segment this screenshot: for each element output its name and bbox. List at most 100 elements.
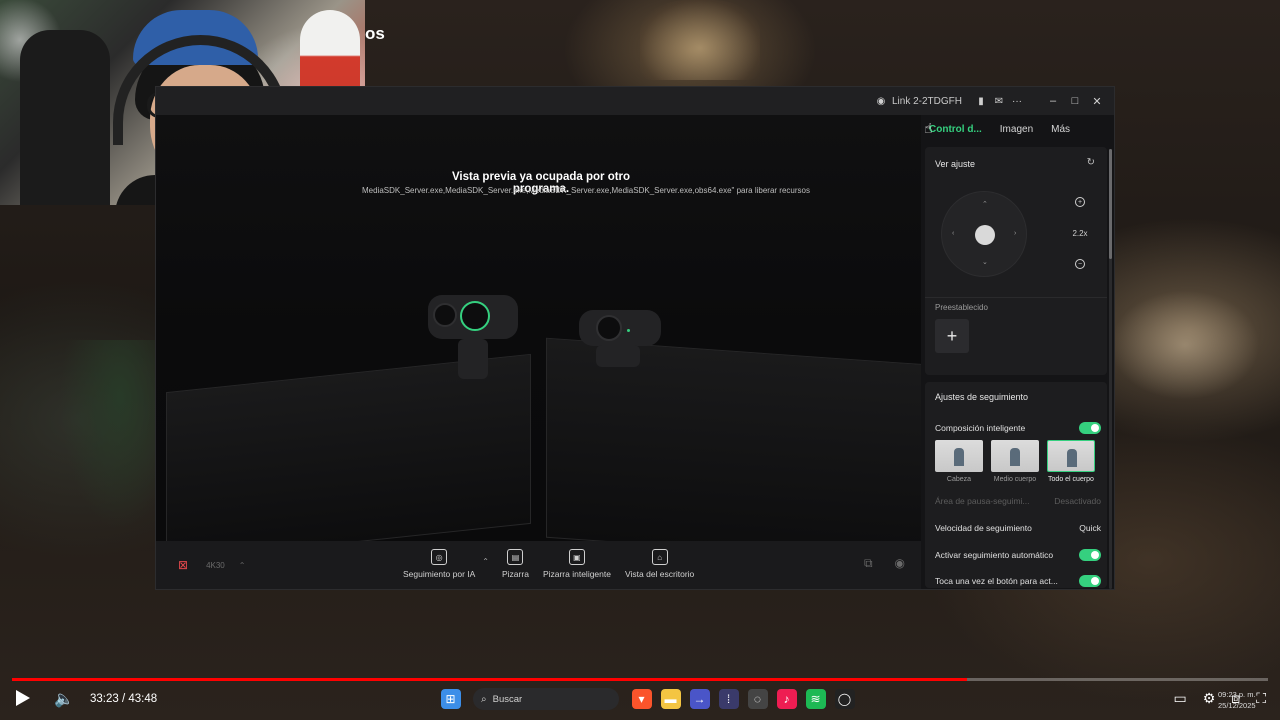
resolution-caret-icon[interactable]: ⌃ — [239, 561, 246, 570]
framing-label: Medio cuerpo — [993, 476, 1037, 483]
search-icon: ⌕ — [481, 693, 487, 705]
webcam-left-ring — [460, 301, 490, 331]
smart-whiteboard-icon: ▣ — [568, 549, 585, 565]
volume-icon[interactable]: 🔈 — [54, 689, 74, 709]
framing-options: Cabeza Medio cuerpo Todo el cuerpo — [935, 440, 1103, 483]
framing-head[interactable]: Cabeza — [935, 440, 983, 483]
smart-composition-label: Composición inteligente — [935, 423, 1026, 433]
framing-head-image — [935, 440, 983, 472]
ai-tracking-icon: ◎ — [431, 549, 448, 565]
framing-label: Todo el cuerpo — [1048, 476, 1094, 483]
auto-tracking-row: Activar seguimiento automático — [935, 549, 1101, 561]
framing-full-body-image — [1047, 440, 1095, 472]
tap-button-toggle[interactable] — [1079, 575, 1101, 587]
framing-label: Cabeza — [946, 476, 972, 483]
webcam-right-led — [627, 329, 630, 332]
whiteboard-icon: ▤ — [507, 549, 524, 565]
zoom-out-icon[interactable]: − — [1075, 259, 1085, 269]
framing-half-body[interactable]: Medio cuerpo — [991, 440, 1039, 483]
mail-icon[interactable]: ✉ — [992, 94, 1006, 108]
ai-tracking-button[interactable]: ◎ Seguimiento por IA — [403, 549, 475, 579]
title-bar: ◉ Link 2-2TDGFH ▮ ✉ ··· – □ ✕ — [156, 87, 1114, 115]
record-icon[interactable]: ◉ — [895, 556, 905, 571]
reset-icon[interactable]: ↻ — [1087, 157, 1095, 168]
tab-more[interactable]: Más — [1051, 124, 1070, 135]
auto-tracking-label: Activar seguimiento automático — [935, 550, 1054, 560]
webcam-right-mount — [596, 345, 640, 367]
file-explorer-icon[interactable]: ▬ — [660, 689, 681, 709]
close-button[interactable]: ✕ — [1086, 87, 1108, 115]
remote-icon[interactable]: ▮ — [974, 94, 988, 108]
panel-tabs: Control d... Imagen Más — [921, 115, 1114, 143]
video-progress-bar[interactable] — [12, 678, 1268, 681]
maximize-button[interactable]: □ — [1064, 87, 1086, 115]
minimize-button[interactable]: – — [1042, 87, 1064, 115]
camera-off-icon[interactable]: ⊠ — [178, 558, 188, 572]
desk-view-button[interactable]: ⌂ Vista del escritorio — [625, 549, 694, 579]
whiteboard-button[interactable]: ▤ Pizarra — [502, 549, 529, 579]
preset-label: Preestablecido — [935, 303, 988, 312]
tool-buttons: ◎ Seguimiento por IA ⌃ ▤ Pizarra ▣ Pizar… — [396, 549, 701, 579]
arrow-right-icon[interactable]: › — [1014, 230, 1016, 237]
settings-icon[interactable]: ⚙ — [1203, 690, 1216, 707]
arrow-left-icon[interactable]: ‹ — [952, 230, 954, 237]
joystick-knob[interactable] — [975, 225, 995, 245]
webcam-icon: ◉ — [876, 95, 886, 107]
app-grid-icon[interactable]: ⁞ — [718, 689, 739, 709]
video-player-controls: 🔈 33:23 / 43:48 ⊞ ⌕ Buscar ▾ ▬ → ⁞ ◌ ♪ ≋… — [0, 684, 1280, 720]
divider — [925, 297, 1107, 298]
monitor-right — [546, 337, 921, 541]
tracking-speed-value[interactable]: Quick — [1079, 523, 1101, 533]
tab-image[interactable]: Imagen — [1000, 124, 1033, 135]
brave-browser-icon[interactable]: ▾ — [631, 689, 652, 709]
taskbar-search[interactable]: ⌕ Buscar — [473, 688, 619, 710]
more-icon[interactable]: ··· — [1010, 94, 1024, 108]
clock-date: 25/12/2025 — [1218, 701, 1256, 710]
tab-control[interactable]: Control d... — [929, 124, 982, 135]
webcam-right-lens — [596, 315, 622, 341]
app-arrow-icon[interactable]: → — [689, 689, 710, 709]
smart-composition-toggle[interactable] — [1079, 422, 1101, 434]
framing-half-body-image — [991, 440, 1039, 472]
preview-busy-detail: MediaSDK_Server.exe,MediaSDK_Server.exe,… — [362, 186, 810, 195]
mouse-cursor-icon: ☝ — [924, 120, 933, 136]
camera-app-taskbar-icon[interactable]: ◯ — [834, 689, 855, 709]
add-preset-button[interactable]: + — [935, 319, 969, 353]
webcam-left-lens — [433, 303, 457, 327]
arrow-up-icon[interactable]: ⌃ — [982, 200, 988, 208]
arrow-down-icon[interactable]: ⌄ — [982, 258, 988, 266]
pause-area-row: Área de pausa-seguimi... Desactivado — [935, 496, 1101, 506]
device-selector[interactable]: ◉ Link 2-2TDGFH — [874, 94, 962, 108]
tap-button-label: Toca una vez el botón para act... — [935, 576, 1058, 586]
smart-composition-row: Composición inteligente — [935, 422, 1101, 434]
camera-app-window: ◉ Link 2-2TDGFH ▮ ✉ ··· – □ ✕ Vista prev… — [155, 86, 1115, 590]
ai-tracking-caret-icon[interactable]: ⌃ — [482, 557, 489, 579]
taskbar: ⊞ ⌕ Buscar ▾ ▬ → ⁞ ◌ ♪ ≋ ◯ — [436, 688, 859, 710]
zoom-in-icon[interactable]: + — [1075, 197, 1085, 207]
snapshot-icon[interactable]: ⧉ — [864, 556, 873, 571]
tiktok-icon[interactable]: ♪ — [776, 689, 797, 709]
camera-preview: Vista previa ya ocupada por otro program… — [156, 115, 921, 541]
clock-time: 09:23 p. m. — [1218, 690, 1256, 699]
app-circle-icon[interactable]: ◌ — [747, 689, 768, 709]
tool-label: Seguimiento por IA — [403, 569, 476, 579]
tb-tools: ▮ ✉ ··· — [974, 94, 1028, 108]
zoom-level: 2.2x — [1072, 228, 1088, 238]
panel-scrollbar[interactable] — [1109, 149, 1112, 589]
fullscreen-icon[interactable]: ⛶ — [1256, 690, 1266, 707]
auto-tracking-toggle[interactable] — [1079, 549, 1101, 561]
framing-full-body[interactable]: Todo el cuerpo — [1047, 440, 1095, 483]
play-icon[interactable] — [16, 690, 30, 706]
video-title-fragment: os — [365, 24, 385, 43]
desk-view-icon: ⌂ — [651, 549, 668, 565]
windows-start-icon[interactable]: ⊞ — [440, 689, 461, 709]
subtitles-icon[interactable]: ▭ — [1173, 690, 1186, 707]
background-lamp — [640, 0, 760, 80]
resolution-label[interactable]: 4K30 — [206, 561, 225, 570]
bottom-left-controls: ⊠ 4K30 ⌃ — [178, 558, 245, 572]
spotify-icon[interactable]: ≋ — [805, 689, 826, 709]
pan-tilt-joystick[interactable]: ⌃ ⌄ ‹ › — [941, 191, 1027, 277]
smart-whiteboard-button[interactable]: ▣ Pizarra inteligente — [543, 549, 611, 579]
tracking-speed-row[interactable]: Velocidad de seguimiento Quick — [935, 523, 1101, 533]
tracking-settings-title: Ajustes de seguimiento — [935, 392, 1029, 402]
